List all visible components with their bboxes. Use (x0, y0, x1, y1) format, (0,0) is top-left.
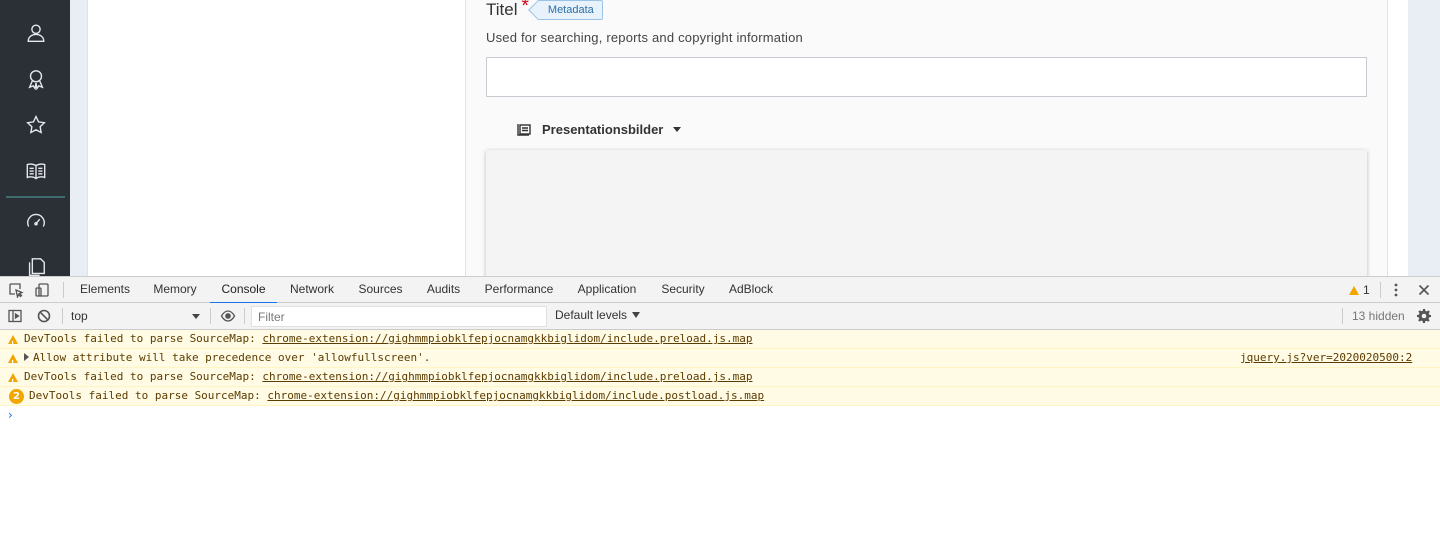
log-levels-select[interactable]: Default levels (555, 308, 641, 322)
field-title: Titel (486, 0, 518, 19)
user-icon[interactable] (23, 20, 49, 46)
source-link[interactable]: jquery.js?ver=2020020500:2 (1240, 349, 1412, 367)
hidden-count: 13 hidden (1352, 309, 1405, 323)
devtools-tabbar: Elements Memory Console Network Sources … (0, 276, 1440, 304)
field-help-text: Used for searching, reports and copyrigh… (486, 30, 803, 45)
tab-memory[interactable]: Memory (144, 277, 206, 303)
chevron-down-icon (192, 314, 200, 319)
tab-security[interactable]: Security (652, 277, 714, 303)
console-toolbar: top Default levels 13 hidden (0, 303, 1440, 330)
title-field-label: Titel * Metadata (486, 0, 603, 20)
message-text: DevTools failed to parse SourceMap: (24, 332, 263, 345)
message-text: DevTools failed to parse SourceMap: (24, 370, 263, 383)
console-message[interactable]: 2 DevTools failed to parse SourceMap: ch… (0, 387, 1440, 406)
warning-icon (8, 373, 18, 391)
image-dropzone[interactable] (486, 150, 1367, 276)
book-icon[interactable] (23, 158, 49, 184)
message-body: DevTools failed to parse SourceMap: chro… (24, 330, 753, 348)
tab-elements[interactable]: Elements (73, 277, 137, 303)
prompt-chevron-icon: › (8, 408, 13, 422)
presentation-images-toggle[interactable]: Presentationsbilder (516, 120, 682, 138)
close-icon[interactable] (1415, 281, 1433, 299)
warning-icon (8, 335, 18, 353)
sidebar-toggle-icon[interactable] (6, 307, 24, 325)
console-prompt[interactable]: › (0, 406, 1440, 424)
sourcemap-link[interactable]: chrome-extension://gighmmpiobklfepjocnam… (267, 389, 764, 402)
filter-input[interactable] (251, 306, 547, 327)
tabbar-separator-right (1380, 282, 1381, 298)
expand-arrow-icon[interactable] (24, 353, 29, 361)
warning-counter[interactable]: 1 (1349, 283, 1370, 297)
message-body: DevTools failed to parse SourceMap: chro… (29, 387, 764, 405)
toolbar-separator-4 (1342, 308, 1343, 324)
tab-sources[interactable]: Sources (350, 277, 411, 303)
eye-icon[interactable] (219, 307, 237, 325)
more-options-icon[interactable] (1387, 281, 1405, 299)
console-message[interactable]: DevTools failed to parse SourceMap: chro… (0, 368, 1440, 391)
sourcemap-link[interactable]: chrome-extension://gighmmpiobklfepjocnam… (262, 332, 752, 345)
warning-icon (8, 354, 18, 372)
tab-application[interactable]: Application (568, 277, 646, 303)
sidebar (0, 0, 70, 276)
right-panel (1388, 0, 1408, 276)
console-message[interactable]: Allow attribute will take precedence ove… (0, 349, 1440, 372)
repeat-count-badge: 2 (9, 389, 24, 404)
warning-count: 1 (1363, 283, 1370, 297)
message-text: Allow attribute will take precedence ove… (33, 351, 431, 364)
gear-icon[interactable] (1415, 307, 1433, 325)
award-icon[interactable] (23, 66, 49, 92)
warning-icon (1349, 285, 1359, 295)
tab-adblock[interactable]: AdBlock (720, 277, 782, 303)
caret-down-icon (673, 126, 682, 132)
context-value: top (71, 309, 88, 323)
star-icon[interactable] (23, 112, 49, 138)
tab-audits[interactable]: Audits (418, 277, 469, 303)
tab-performance[interactable]: Performance (476, 277, 562, 303)
dashboard-icon[interactable] (23, 208, 49, 234)
message-body: DevTools failed to parse SourceMap: chro… (24, 368, 753, 386)
log-levels-label: Default levels (555, 308, 628, 322)
device-toolbar-icon[interactable] (33, 281, 51, 299)
inspect-element-icon[interactable] (7, 281, 25, 299)
chevron-down-icon (632, 312, 641, 318)
section-label: Presentationsbilder (542, 121, 664, 137)
documents-icon[interactable] (23, 254, 49, 276)
devtools-panel: Elements Memory Console Network Sources … (0, 276, 1440, 544)
left-panel (87, 0, 466, 276)
message-text: DevTools failed to parse SourceMap: (29, 389, 268, 402)
edit-form: Titel * Metadata Used for searching, rep… (466, 0, 1388, 276)
app-area: Titel * Metadata Used for searching, rep… (0, 0, 1440, 276)
sourcemap-link[interactable]: chrome-extension://gighmmpiobklfepjocnam… (262, 370, 752, 383)
gallery-icon (517, 124, 531, 136)
tab-network[interactable]: Network (281, 277, 343, 303)
toolbar-separator-2 (210, 308, 211, 324)
sidebar-divider (6, 196, 65, 198)
metadata-tag: Metadata (536, 0, 603, 20)
console-messages: DevTools failed to parse SourceMap: chro… (0, 330, 1440, 424)
title-input[interactable] (486, 57, 1367, 97)
context-select[interactable]: top (63, 306, 206, 326)
console-message[interactable]: DevTools failed to parse SourceMap: chro… (0, 330, 1440, 353)
message-body: Allow attribute will take precedence ove… (24, 349, 430, 367)
clear-console-icon[interactable] (35, 307, 53, 325)
tab-console[interactable]: Console (210, 277, 277, 304)
tabbar-separator (63, 282, 64, 298)
toolbar-separator-3 (244, 308, 245, 324)
